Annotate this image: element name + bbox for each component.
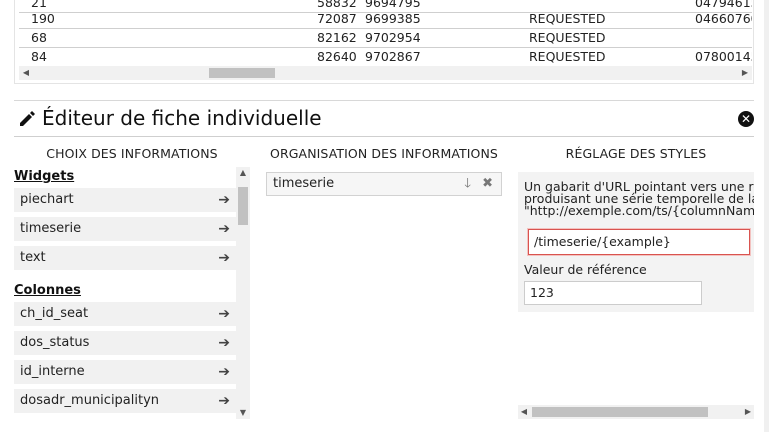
scroll-left-icon[interactable]: ◀ [518,405,530,419]
table-cell: 82162 [317,30,357,45]
table-cell: REQUESTED [529,11,606,26]
arrow-right-icon[interactable]: ➔ [218,302,230,326]
table-row[interactable]: 190 72087 9699385 REQUESTED 04660760 [19,10,752,29]
styles-horizontal-scrollbar[interactable]: ◀ ▶ [518,405,754,419]
reference-value-label: Valeur de référence [524,262,647,277]
scroll-right-icon[interactable]: ▶ [738,66,752,80]
record-editor-panel: Éditeur de fiche individuelle ✕ CHOIX DE… [14,100,754,425]
organised-item-timeserie[interactable]: timeserie 🡓 ✖ [266,172,502,196]
organisation-column-title: ORGANISATION DES INFORMATIONS [270,146,498,161]
scroll-down-icon[interactable]: ▼ [236,407,250,419]
choice-column-title: CHOIX DES INFORMATIONS [46,146,218,161]
table-row[interactable]: 84 82640 9702867 REQUESTED 07800145 [19,48,752,67]
arrow-right-icon[interactable]: ➔ [218,188,230,212]
column-item-id-interne[interactable]: id_interne ➔ [14,360,236,384]
table-cell: 9702867 [365,49,421,64]
url-template-input[interactable]: /timeserie/{example} [528,229,750,255]
editor-title: Éditeur de fiche individuelle [42,106,322,130]
widget-item-piechart[interactable]: piechart ➔ [14,188,236,212]
item-label: text [20,250,46,265]
table-cell: 68 [31,30,47,45]
table-cell: REQUESTED [529,49,606,64]
widgets-section-label: Widgets [14,169,75,184]
choices-list: Widgets piechart ➔ timeserie ➔ text ➔ Co… [14,167,250,419]
scrollbar-thumb[interactable] [532,407,708,417]
reference-value-input[interactable]: 123 [524,281,702,305]
arrow-right-icon[interactable]: ➔ [218,389,230,413]
scroll-left-icon[interactable]: ◀ [19,66,33,80]
table-horizontal-scrollbar[interactable]: ◀ ▶ [19,66,752,80]
columns-section-label: Colonnes [14,283,81,298]
table-cell: 9699385 [365,11,421,26]
choices-vertical-scrollbar[interactable]: ▲ ▼ [236,167,250,419]
column-item-ch-id-seat[interactable]: ch_id_seat ➔ [14,302,236,326]
description-line: "http://exemple.com/ts/{columnName [524,203,754,218]
scroll-right-icon[interactable]: ▶ [742,405,754,419]
table-cell: 72087 [317,11,357,26]
table-cell: 84 [31,49,47,64]
item-label: timeserie [273,176,335,191]
data-table: 21 58832 9694795 04794615 190 72087 9699… [14,0,754,84]
item-label: ch_id_seat [20,306,89,321]
column-item-dosadr-municipality[interactable]: dosadr_municipalityn ➔ [14,389,236,413]
table-cell: 82640 [317,49,357,64]
item-label: dos_status [20,335,90,350]
url-template-description: Un gabarit d'URL pointant vers une res p… [524,180,754,218]
arrow-down-icon[interactable]: 🡓 [464,173,471,195]
arrow-right-icon[interactable]: ➔ [218,246,230,270]
item-label: piechart [20,192,74,207]
styles-column-title: RÉGLAGE DES STYLES [565,146,707,161]
scroll-up-icon[interactable]: ▲ [236,167,250,179]
widget-item-text[interactable]: text ➔ [14,246,236,270]
pencil-icon [20,111,35,126]
column-item-dos-status[interactable]: dos_status ➔ [14,331,236,355]
arrow-right-icon[interactable]: ➔ [218,360,230,384]
editor-header: Éditeur de fiche individuelle ✕ [14,101,754,137]
item-label: dosadr_municipalityn [20,393,160,408]
table-cell: REQUESTED [529,30,606,45]
table-cell: 9702954 [365,30,421,45]
styles-panel: Un gabarit d'URL pointant vers une res p… [518,172,754,312]
page-vertical-scrollbar[interactable] [764,0,769,432]
table-row[interactable]: 68 82162 9702954 REQUESTED [19,29,752,48]
item-label: timeserie [20,221,82,236]
arrow-right-icon[interactable]: ➔ [218,217,230,241]
close-circle-icon[interactable]: ✕ [738,111,754,127]
scrollbar-thumb[interactable] [238,187,248,225]
item-label: id_interne [20,364,85,379]
table-cell: 04660760 [695,11,752,26]
widget-item-timeserie[interactable]: timeserie ➔ [14,217,236,241]
arrow-right-icon[interactable]: ➔ [218,331,230,355]
remove-icon[interactable]: ✖ [482,173,493,195]
table-cell: 07800145 [695,49,752,64]
scrollbar-thumb[interactable] [209,68,275,78]
table-cell: 190 [31,11,55,26]
